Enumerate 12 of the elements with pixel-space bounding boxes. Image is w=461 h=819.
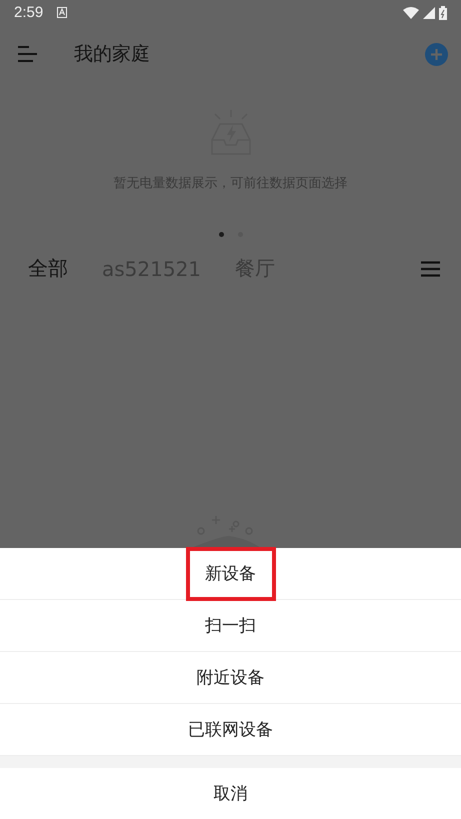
page-title: 我的家庭 (74, 42, 150, 67)
sheet-option[interactable]: 已联网设备 (174, 704, 287, 755)
sheet-option[interactable]: 扫一扫 (191, 600, 270, 651)
wifi-icon (403, 6, 419, 18)
battery-icon (439, 6, 447, 20)
signal-icon (423, 6, 435, 18)
menu-icon[interactable] (421, 260, 440, 276)
sheet-option[interactable]: 新设备 (186, 546, 276, 600)
status-time: 2:59 (14, 4, 44, 21)
menu-icon[interactable] (18, 44, 38, 64)
notification-icon (57, 7, 68, 18)
sheet-option[interactable]: 附近设备 (182, 652, 278, 703)
